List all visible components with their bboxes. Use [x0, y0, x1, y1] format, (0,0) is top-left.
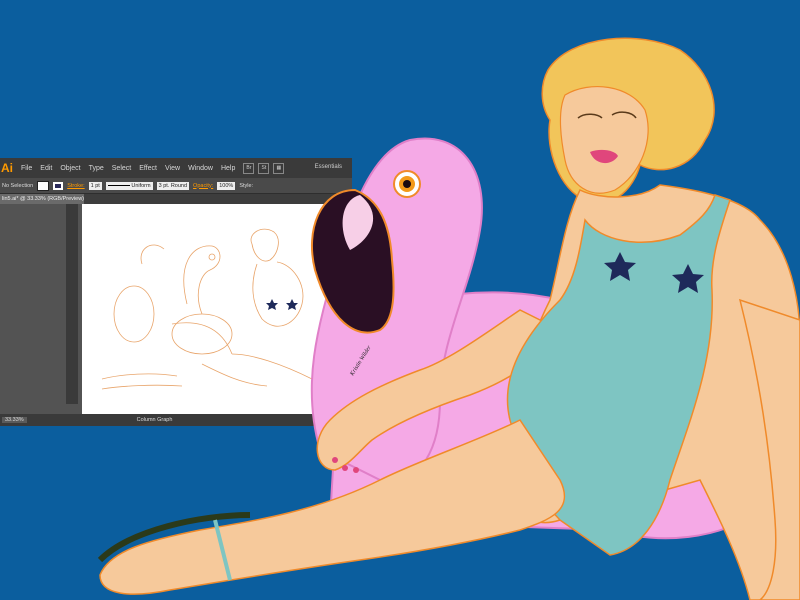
illustration	[97, 37, 800, 600]
